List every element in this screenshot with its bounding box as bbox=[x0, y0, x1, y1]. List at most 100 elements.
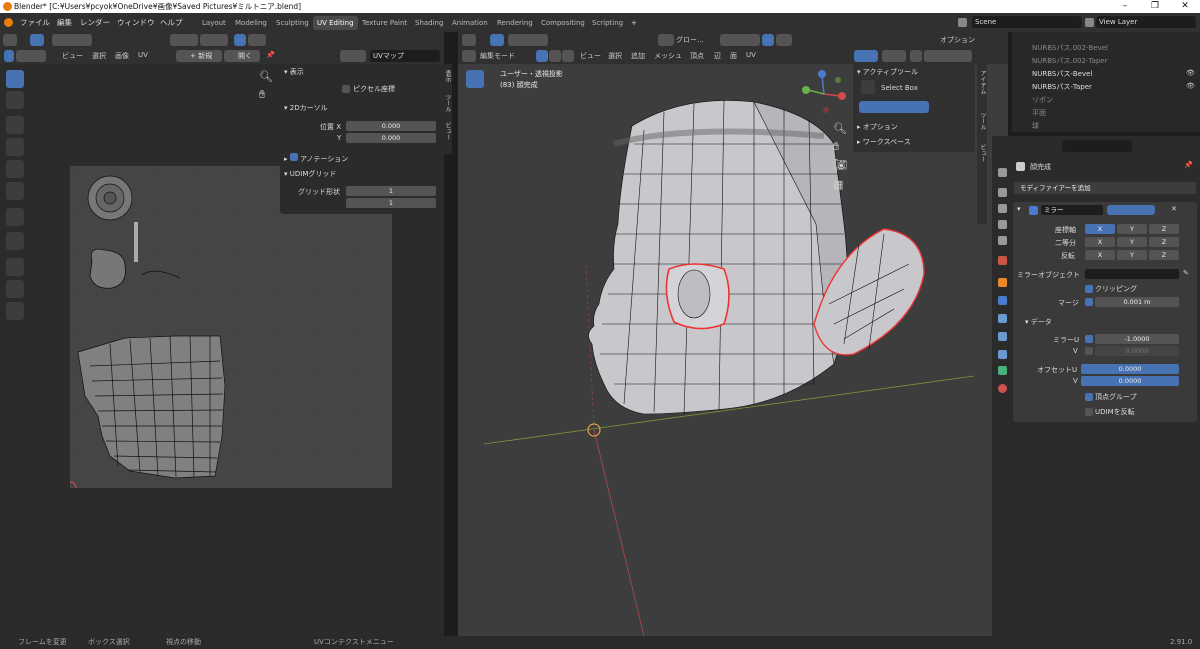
annotation-checkbox[interactable] bbox=[289, 153, 298, 161]
vp-menu-view[interactable]: ビュー bbox=[580, 51, 601, 61]
physics-tab-icon[interactable] bbox=[998, 332, 1007, 341]
active-tool-header[interactable]: ▾ アクティブツール bbox=[857, 67, 918, 77]
view-layer-icon[interactable] bbox=[1085, 18, 1094, 27]
navigation-gizmo[interactable] bbox=[798, 66, 850, 118]
proportional-falloff-button[interactable] bbox=[248, 34, 266, 46]
vp-shear-tool[interactable] bbox=[466, 474, 484, 492]
uv-map-type-icon[interactable] bbox=[340, 50, 366, 62]
uv-rip-tool[interactable] bbox=[6, 232, 24, 250]
outliner-item[interactable]: NURBSパス-Taper bbox=[1032, 82, 1092, 92]
close-icon[interactable]: ✕ bbox=[1170, 0, 1200, 13]
pin-icon[interactable]: 📌 bbox=[1184, 161, 1193, 169]
mirror-v-checkbox[interactable] bbox=[1085, 347, 1093, 355]
view-layer-field[interactable]: View Layer bbox=[1096, 16, 1196, 28]
offset-u-field[interactable]: 0.0000 bbox=[1081, 364, 1179, 374]
vp-transform-tool[interactable] bbox=[466, 182, 484, 200]
eye-icon[interactable]: 👁︎ bbox=[1186, 69, 1195, 77]
tab-vp-tool[interactable]: ツール bbox=[978, 112, 987, 130]
vp-proportional[interactable] bbox=[762, 34, 774, 46]
tab-compositing[interactable]: Compositing bbox=[537, 16, 589, 30]
pixel-coords-checkbox[interactable] bbox=[342, 85, 350, 93]
vp-edge-slide-tool[interactable] bbox=[466, 430, 484, 448]
vp-measure-tool[interactable] bbox=[466, 230, 484, 248]
uv-transform-tool[interactable] bbox=[6, 182, 24, 200]
uv-sync-button[interactable] bbox=[4, 50, 14, 62]
grid-shape-y[interactable]: 1 bbox=[346, 198, 436, 208]
vp-menu-vertex[interactable]: 頂点 bbox=[690, 51, 704, 61]
menu-help[interactable]: ヘルプ bbox=[160, 17, 183, 28]
uv-menu-image[interactable]: 画像 bbox=[115, 51, 129, 61]
clipping-checkbox[interactable] bbox=[1085, 285, 1093, 293]
pivot-button[interactable] bbox=[170, 34, 198, 46]
bisect-y-toggle[interactable]: Y bbox=[1117, 237, 1147, 247]
render-tab-icon[interactable] bbox=[998, 188, 1007, 197]
eye-icon[interactable]: 👁︎ bbox=[1186, 82, 1195, 90]
outliner-item[interactable]: リボン bbox=[1032, 95, 1053, 105]
axis-z-toggle[interactable]: Z bbox=[1149, 224, 1179, 234]
material-tab-icon[interactable] bbox=[998, 384, 1007, 393]
cursor-x-field[interactable]: 0.000 bbox=[346, 121, 436, 131]
tab-sculpting[interactable]: Sculpting bbox=[272, 16, 313, 30]
vp-annotate-tool[interactable] bbox=[466, 206, 484, 224]
annotation-panel-header[interactable]: ▸ アノテーション bbox=[284, 153, 348, 164]
vp-menu-add[interactable]: 追加 bbox=[631, 51, 645, 61]
vp-mode-dropdown[interactable]: 編集モード bbox=[480, 51, 515, 61]
edge-select-button[interactable] bbox=[549, 50, 561, 62]
bisect-z-toggle[interactable]: Z bbox=[1149, 237, 1179, 247]
vp-menu-edge[interactable]: 辺 bbox=[714, 51, 721, 61]
vp-snap[interactable] bbox=[720, 34, 760, 46]
particles-tab-icon[interactable] bbox=[998, 314, 1007, 323]
vertex-groups-checkbox[interactable] bbox=[1085, 393, 1093, 401]
mirror-v-field[interactable]: 0.0000 bbox=[1095, 346, 1179, 356]
options-header[interactable]: ▸ オプション bbox=[857, 122, 898, 132]
uv-menu-view[interactable]: ビュー bbox=[62, 51, 83, 61]
vp-inset-tool[interactable] bbox=[466, 276, 484, 294]
select-mode-buttons[interactable] bbox=[859, 101, 929, 113]
vp-menu-face[interactable]: 面 bbox=[730, 51, 737, 61]
overlay-toggle[interactable] bbox=[882, 50, 906, 62]
vp-spin-tool[interactable] bbox=[466, 386, 484, 404]
face-select-button[interactable] bbox=[562, 50, 574, 62]
perspective-grid-icon[interactable]: ▦ bbox=[833, 178, 843, 191]
uv-select-box-tool[interactable] bbox=[6, 70, 24, 88]
tab-item[interactable]: アイテム bbox=[978, 70, 987, 94]
vp-select-box-tool[interactable] bbox=[466, 70, 484, 88]
grid-shape-x[interactable]: 1 bbox=[346, 186, 436, 196]
vp-menu-mesh[interactable]: メッシュ bbox=[654, 51, 682, 61]
tab-rendering[interactable]: Rendering bbox=[493, 16, 537, 30]
eyedropper-icon[interactable]: ✎ bbox=[1183, 269, 1189, 277]
scene-tab-icon[interactable] bbox=[998, 236, 1007, 245]
outliner-item[interactable]: NURBSパス-Bevel bbox=[1032, 69, 1092, 79]
select-box-icon[interactable] bbox=[861, 80, 875, 94]
tab-tool[interactable]: ツール bbox=[443, 94, 452, 112]
vp-mode-icon[interactable] bbox=[462, 50, 476, 62]
new-image-button[interactable]: + 新規 bbox=[176, 50, 222, 62]
pin-icon[interactable]: 📌 bbox=[266, 51, 275, 59]
vp-loopcut-tool[interactable] bbox=[466, 320, 484, 338]
uv-menu-uv[interactable]: UV bbox=[138, 51, 148, 59]
proportional-button[interactable] bbox=[234, 34, 246, 46]
vp-scale-tool[interactable] bbox=[466, 160, 484, 178]
shading-modes[interactable] bbox=[924, 50, 972, 62]
uv-relax-tool[interactable] bbox=[6, 280, 24, 298]
vp-orientation[interactable]: グロー... bbox=[676, 35, 704, 45]
merge-checkbox[interactable] bbox=[1085, 298, 1093, 306]
uv-select-buttons[interactable] bbox=[16, 50, 46, 62]
gizmo-toggle[interactable] bbox=[854, 50, 878, 62]
vp-menu-uv[interactable]: UV bbox=[746, 51, 756, 59]
xray-toggle[interactable] bbox=[910, 50, 922, 62]
uv-move-tool[interactable] bbox=[6, 116, 24, 134]
world-tab-icon[interactable] bbox=[998, 256, 1007, 265]
tab-texture-paint[interactable]: Texture Paint bbox=[358, 16, 411, 30]
uv-map-field[interactable]: UVマップ bbox=[370, 50, 440, 62]
vp-select-mode[interactable] bbox=[508, 34, 548, 46]
outliner-item[interactable]: NURBSパス.002-Taper bbox=[1032, 56, 1108, 66]
vp-extrude-tool[interactable] bbox=[466, 254, 484, 272]
modifier-close-icon[interactable]: ✕ bbox=[1171, 205, 1177, 213]
constraints-tab-icon[interactable] bbox=[998, 350, 1007, 359]
uv-select-mode-buttons[interactable] bbox=[52, 34, 92, 46]
modifier-collapse[interactable]: ▾ bbox=[1017, 205, 1021, 213]
mirror-u-checkbox[interactable] bbox=[1085, 335, 1093, 343]
vp-knife-tool[interactable] bbox=[466, 342, 484, 360]
modifier-name-field[interactable]: ミラー bbox=[1041, 205, 1103, 215]
